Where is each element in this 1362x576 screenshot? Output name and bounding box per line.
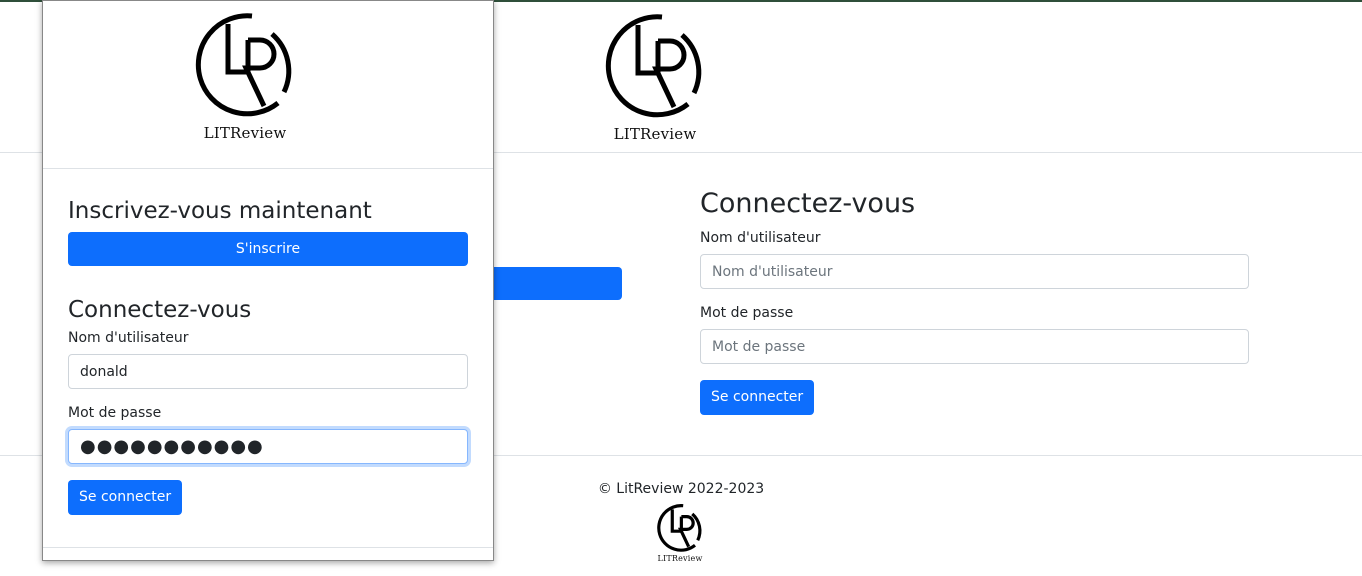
signup-button[interactable]: S'inscrire: [68, 231, 468, 266]
panel-header: LITReview: [43, 1, 493, 169]
password-input[interactable]: ●●●●●●●●●●●: [68, 429, 468, 465]
login-button[interactable]: Se connecter: [68, 480, 183, 516]
password-input[interactable]: [700, 329, 1249, 365]
footer-logo: LITReview: [653, 503, 707, 563]
litreview-logo-icon: [605, 14, 702, 118]
login-title: Connectez-vous: [68, 296, 252, 323]
litreview-logo-icon: [195, 13, 292, 117]
password-label: Mot de passe: [68, 405, 162, 422]
panel-logo[interactable]: LITReview: [188, 10, 302, 142]
litreview-logo-icon: [657, 504, 702, 552]
logo-text: LITReview: [613, 125, 697, 143]
mobile-preview-panel: LITReview Inscrivez-vous maintenant S'in…: [42, 0, 494, 561]
username-input[interactable]: [68, 354, 468, 390]
password-value: ●●●●●●●●●●●: [80, 436, 264, 458]
panel-content: Inscrivez-vous maintenant S'inscrire Con…: [68, 198, 468, 516]
username-label: Nom d'utilisateur: [68, 330, 189, 347]
username-label: Nom d'utilisateur: [700, 230, 821, 247]
panel-logo-text: LITReview: [203, 124, 287, 142]
login-title: Connectez-vous: [700, 188, 916, 219]
password-label: Mot de passe: [700, 305, 794, 322]
background-login-form: Connectez-vous Nom d'utilisateur Mot de …: [700, 188, 1249, 416]
panel-footer-divider: [43, 547, 493, 560]
signup-title: Inscrivez-vous maintenant: [68, 198, 372, 224]
login-button[interactable]: Se connecter: [700, 380, 815, 416]
username-input[interactable]: [700, 254, 1249, 290]
header-logo[interactable]: LITReview: [598, 11, 712, 143]
footer-logo-text: LITReview: [657, 554, 703, 563]
